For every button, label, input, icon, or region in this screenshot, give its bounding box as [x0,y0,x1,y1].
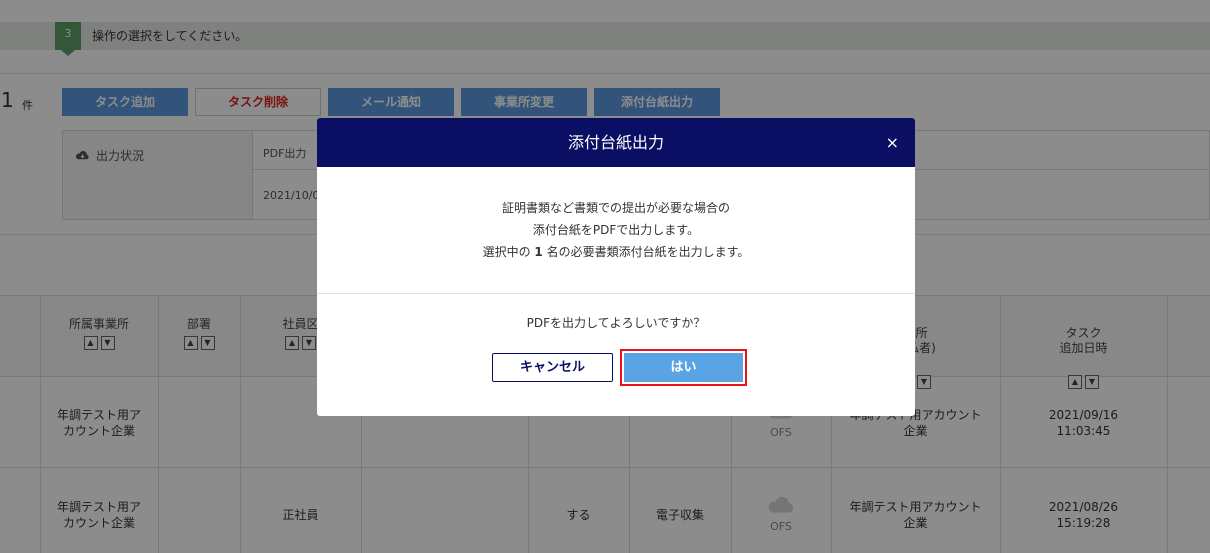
dialog-header: 添付台紙出力 × [317,118,915,167]
ok-button[interactable]: はい [624,353,743,382]
attachment-sheet-output-dialog: 添付台紙出力 × 証明書類など書類での提出が必要な場合の 添付台紙をPDFで出力… [317,118,915,416]
cancel-button[interactable]: キャンセル [492,353,613,382]
dialog-question: PDFを出力してよろしいですか？ [526,316,706,330]
dialog-message: 証明書類など書類での提出が必要な場合の 添付台紙をPDFで出力します。 選択中の… [482,201,750,259]
close-icon[interactable]: × [886,118,899,167]
selected-count: 1 [534,245,543,259]
dialog-title: 添付台紙出力 [567,133,664,152]
divider [317,293,915,294]
